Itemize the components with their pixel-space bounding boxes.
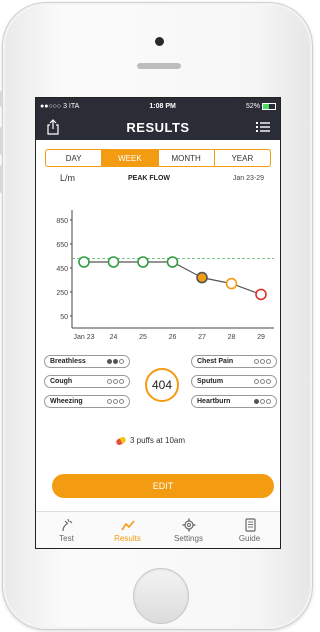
tab-label: Test (59, 533, 74, 543)
x-tick-label: 25 (139, 334, 147, 341)
x-tick-label: 29 (257, 334, 265, 341)
x-tick-label: 24 (110, 334, 118, 341)
tab-results[interactable]: Results (97, 512, 158, 548)
symptom-label: Heartburn (197, 398, 231, 405)
data-point (137, 256, 149, 268)
tab-settings[interactable]: Settings (158, 512, 219, 548)
clock: 1:08 PM (149, 102, 176, 110)
tab-label: Results (114, 533, 141, 543)
speaker-grille (137, 63, 181, 69)
symptom-chest-pain[interactable]: Chest Pain (191, 355, 277, 368)
tab-guide[interactable]: Guide (219, 512, 280, 548)
book-icon (244, 517, 256, 532)
y-tick-label: 850 (56, 218, 68, 225)
gear-icon (182, 518, 195, 531)
segment-week[interactable]: WEEK (102, 150, 159, 166)
puffs-text: 3 puffs at 10am (130, 436, 185, 445)
medication-note: 3 puffs at 10am (115, 435, 185, 446)
symptom-sputum[interactable]: Sputum (191, 375, 277, 388)
y-tick-label: 50 (60, 314, 68, 321)
carrier-label: ●●○○○ 3 ITA (40, 102, 80, 110)
app-screen: ●●○○○ 3 ITA 1:08 PM 52% RESULTS DAY WEEK… (35, 97, 281, 549)
tab-label: Settings (174, 533, 203, 543)
symptom-label: Chest Pain (197, 358, 234, 365)
volume-up-button (0, 127, 3, 155)
symptom-wheezing[interactable]: Wheezing (44, 395, 130, 408)
unit-label: L/m (60, 173, 76, 183)
front-camera (155, 37, 164, 46)
data-point (78, 256, 90, 268)
period-segmented-control: DAY WEEK MONTH YEAR (45, 149, 271, 167)
symptom-cough[interactable]: Cough (44, 375, 130, 388)
share-icon[interactable] (44, 118, 62, 136)
symptom-label: Wheezing (50, 398, 83, 405)
symptom-heartburn[interactable]: Heartburn (191, 395, 277, 408)
nav-bar: RESULTS (36, 114, 280, 140)
battery-icon (262, 102, 276, 110)
series-segment (231, 283, 262, 295)
segment-month[interactable]: MONTH (159, 150, 215, 166)
list-menu-icon[interactable] (254, 118, 272, 136)
x-tick-label: 27 (198, 334, 206, 341)
severity-dots (107, 359, 124, 364)
tab-test[interactable]: Test (36, 512, 97, 548)
page-title: RESULTS (126, 119, 190, 135)
chart-icon (120, 519, 135, 530)
segment-day[interactable]: DAY (46, 150, 103, 166)
data-point (196, 271, 208, 284)
y-tick-label: 450 (56, 266, 68, 273)
date-range: Jan 23-29 (232, 175, 264, 182)
battery-percent: 52% (245, 102, 260, 110)
y-tick-label: 250 (56, 290, 68, 297)
data-point (255, 288, 267, 301)
severity-dots (107, 379, 124, 384)
data-point (225, 277, 238, 290)
edit-button[interactable]: EDIT (52, 474, 274, 498)
symptom-label: Breathless (50, 358, 86, 365)
segment-year[interactable]: YEAR (215, 150, 270, 166)
x-tick-label: 26 (169, 334, 177, 341)
series-segment (172, 261, 203, 279)
severity-dots (107, 399, 124, 404)
y-tick-label: 650 (56, 242, 68, 249)
score-value: 404 (145, 368, 179, 402)
series-segment (201, 277, 232, 285)
volume-down-button (0, 165, 3, 193)
status-bar: ●●○○○ 3 ITA 1:08 PM 52% (36, 98, 280, 114)
capsule-icon (115, 435, 127, 446)
severity-dots (254, 359, 271, 364)
severity-dots (254, 399, 271, 404)
data-point (107, 256, 120, 268)
chart-title: PEAK FLOW (128, 175, 170, 182)
test-icon (61, 518, 72, 531)
data-point (166, 256, 179, 268)
chart-header: L/m PEAK FLOW Jan 23-29 (36, 167, 280, 189)
mute-switch (0, 91, 3, 107)
x-tick-label: Jan 23 (73, 334, 94, 341)
tab-label: Guide (238, 533, 261, 543)
symptom-label: Sputum (197, 378, 224, 385)
symptom-label: Cough (50, 378, 73, 385)
x-tick-label: 28 (228, 334, 236, 341)
severity-dots (254, 379, 271, 384)
home-button[interactable] (133, 568, 189, 624)
tab-bar: Test Results Settings Guide (36, 511, 280, 548)
symptom-breathless[interactable]: Breathless (44, 355, 130, 368)
